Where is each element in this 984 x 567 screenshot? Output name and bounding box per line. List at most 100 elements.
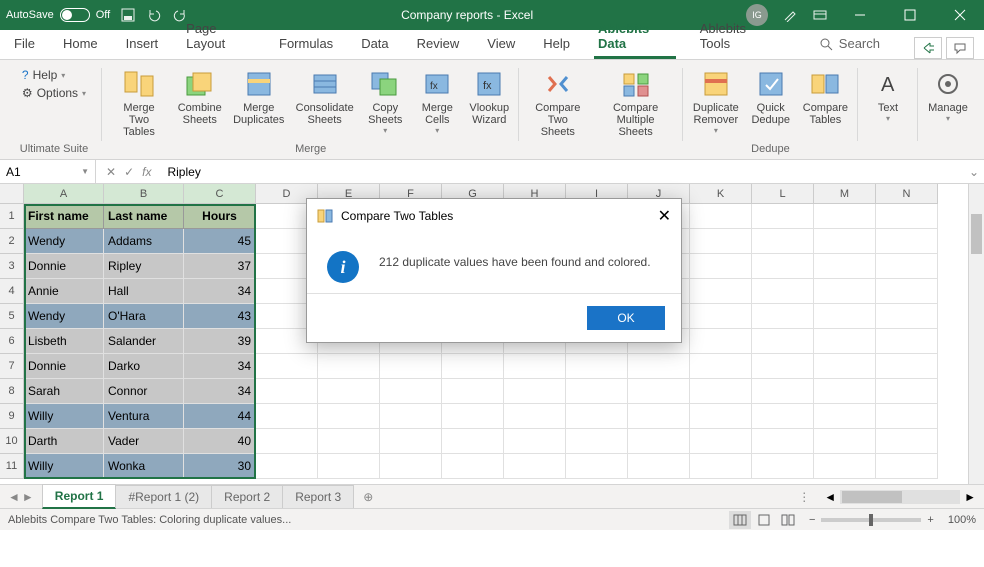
- row-header[interactable]: 2: [0, 229, 24, 254]
- share-button[interactable]: [914, 37, 942, 59]
- cell[interactable]: [380, 404, 442, 429]
- data-cell[interactable]: Ventura: [104, 404, 184, 429]
- sheet-tab-report-3[interactable]: Report 3: [282, 485, 354, 508]
- cell[interactable]: [690, 304, 752, 329]
- cell[interactable]: [876, 454, 938, 479]
- cell[interactable]: [814, 329, 876, 354]
- cell[interactable]: [690, 429, 752, 454]
- name-box[interactable]: A1▼: [0, 160, 96, 183]
- cell[interactable]: [814, 379, 876, 404]
- tab-home[interactable]: Home: [59, 30, 102, 59]
- sheet-nav-prev-icon[interactable]: ◄: [8, 490, 20, 504]
- column-header[interactable]: M: [814, 184, 876, 204]
- row-header[interactable]: 9: [0, 404, 24, 429]
- cell[interactable]: [814, 354, 876, 379]
- manage-button[interactable]: Manage▾: [924, 66, 972, 125]
- cell[interactable]: [752, 454, 814, 479]
- data-cell[interactable]: 37: [184, 254, 256, 279]
- text-button[interactable]: AText▾: [864, 66, 912, 125]
- cell[interactable]: [690, 329, 752, 354]
- tab-page-layout[interactable]: Page Layout: [182, 15, 255, 59]
- sheet-tab-report-2[interactable]: Report 2: [211, 485, 283, 508]
- cell[interactable]: [814, 254, 876, 279]
- duplicate-remover-button[interactable]: DuplicateRemover▾: [689, 66, 743, 137]
- cell[interactable]: [752, 254, 814, 279]
- cell[interactable]: [504, 354, 566, 379]
- row-header[interactable]: 8: [0, 379, 24, 404]
- cell[interactable]: [566, 404, 628, 429]
- maximize-button[interactable]: [892, 0, 928, 30]
- cell[interactable]: [814, 454, 876, 479]
- sheet-tab-report-1-2[interactable]: #Report 1 (2): [115, 485, 212, 508]
- sheet-tab-report-1[interactable]: Report 1: [42, 484, 117, 509]
- cell[interactable]: [380, 454, 442, 479]
- vertical-scrollbar[interactable]: [968, 184, 984, 484]
- cell[interactable]: [380, 379, 442, 404]
- cell[interactable]: [256, 454, 318, 479]
- cell[interactable]: [566, 429, 628, 454]
- zoom-slider[interactable]: [821, 518, 921, 522]
- data-cell[interactable]: Wonka: [104, 454, 184, 479]
- tab-view[interactable]: View: [483, 30, 519, 59]
- save-icon[interactable]: [120, 7, 136, 23]
- data-cell[interactable]: 39: [184, 329, 256, 354]
- cell[interactable]: [876, 254, 938, 279]
- cell[interactable]: [628, 404, 690, 429]
- cell[interactable]: [318, 379, 380, 404]
- cell[interactable]: [814, 304, 876, 329]
- cell[interactable]: [876, 329, 938, 354]
- tab-ablebits-tools[interactable]: Ablebits Tools: [696, 15, 775, 59]
- options-button[interactable]: ⚙ Options ▾: [22, 86, 86, 100]
- data-cell[interactable]: Salander: [104, 329, 184, 354]
- formula-input[interactable]: [161, 165, 964, 179]
- sheet-tabs-divider-icon[interactable]: ⋮: [788, 490, 820, 504]
- compare-two-sheets-button[interactable]: CompareTwo Sheets: [525, 66, 590, 140]
- data-cell[interactable]: Wendy: [24, 229, 104, 254]
- consolidate-sheets-button[interactable]: ConsolidateSheets: [292, 66, 357, 128]
- cell[interactable]: [256, 354, 318, 379]
- data-cell[interactable]: Vader: [104, 429, 184, 454]
- cell[interactable]: [504, 404, 566, 429]
- cell[interactable]: [876, 404, 938, 429]
- data-cell[interactable]: Darko: [104, 354, 184, 379]
- cell[interactable]: [690, 404, 752, 429]
- cell[interactable]: [504, 429, 566, 454]
- tab-help[interactable]: Help: [539, 30, 574, 59]
- cell[interactable]: [256, 404, 318, 429]
- row-header[interactable]: 4: [0, 279, 24, 304]
- cell[interactable]: [690, 379, 752, 404]
- cell[interactable]: [504, 454, 566, 479]
- tab-insert[interactable]: Insert: [122, 30, 163, 59]
- dialog-ok-button[interactable]: OK: [587, 306, 665, 330]
- cell[interactable]: [690, 454, 752, 479]
- row-header[interactable]: 5: [0, 304, 24, 329]
- cell[interactable]: [876, 304, 938, 329]
- cancel-formula-icon[interactable]: ✕: [106, 165, 116, 179]
- cell[interactable]: [752, 429, 814, 454]
- table-header-cell[interactable]: Last name: [104, 204, 184, 229]
- autosave-toggle[interactable]: AutoSave Off: [6, 8, 110, 22]
- brush-icon[interactable]: [782, 7, 798, 23]
- help-button[interactable]: ? Help ▾: [22, 68, 65, 82]
- cell[interactable]: [876, 354, 938, 379]
- table-header-cell[interactable]: Hours: [184, 204, 256, 229]
- page-break-view-button[interactable]: [777, 511, 799, 529]
- cell[interactable]: [256, 379, 318, 404]
- hscroll-left-icon[interactable]: ◄: [820, 490, 840, 504]
- data-cell[interactable]: O'Hara: [104, 304, 184, 329]
- cell[interactable]: [752, 304, 814, 329]
- cell[interactable]: [690, 254, 752, 279]
- cell[interactable]: [814, 404, 876, 429]
- cell[interactable]: [628, 354, 690, 379]
- column-header[interactable]: C: [184, 184, 256, 204]
- cell[interactable]: [814, 229, 876, 254]
- cell[interactable]: [442, 379, 504, 404]
- cell[interactable]: [504, 379, 566, 404]
- cell[interactable]: [876, 429, 938, 454]
- tab-file[interactable]: File: [10, 30, 39, 59]
- cell[interactable]: [442, 429, 504, 454]
- zoom-in-button[interactable]: +: [927, 514, 933, 526]
- cell[interactable]: [442, 404, 504, 429]
- row-header[interactable]: 7: [0, 354, 24, 379]
- data-cell[interactable]: 34: [184, 354, 256, 379]
